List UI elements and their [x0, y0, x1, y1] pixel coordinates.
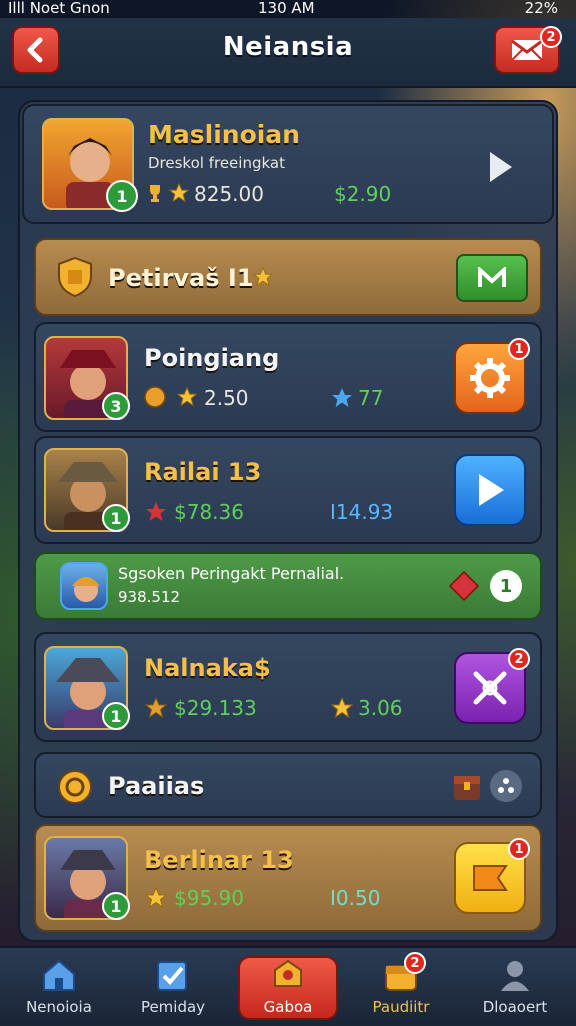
- nav-label: Dloaoert: [482, 998, 548, 1016]
- mail-badge: 2: [540, 26, 562, 48]
- coin-icon: [144, 386, 166, 408]
- play-icon: [479, 474, 504, 506]
- player-money: $2.90: [334, 182, 392, 206]
- reward-button[interactable]: 1: [454, 838, 530, 914]
- action-badge: 1: [508, 838, 530, 860]
- action-badge: 2: [508, 648, 530, 670]
- player-money: $29.133: [174, 696, 257, 720]
- player-name: Berlinar 13: [144, 846, 294, 874]
- page-title: Neiansia: [222, 32, 354, 62]
- avatar: [60, 562, 108, 610]
- section-label: Paaiias: [108, 772, 205, 800]
- crossed-swords-icon: [473, 671, 507, 705]
- star-icon: [252, 266, 274, 287]
- mail-icon: [511, 39, 543, 61]
- nav-label: Gaboa: [263, 998, 313, 1016]
- treasure-icon: [454, 776, 480, 800]
- action-badge: 1: [508, 338, 530, 360]
- notice-text: Sgsoken Peringakt Pernalial.: [118, 564, 345, 583]
- ticket-icon: [473, 865, 508, 891]
- top-header: Neiansia 2: [0, 18, 576, 88]
- rank-banner: Petirvaš I1: [34, 238, 542, 316]
- shop-icon: [274, 959, 302, 987]
- battery-percent: 22%: [524, 0, 558, 17]
- star-count: 825.00: [194, 182, 264, 206]
- player-name: Maslinoian: [148, 120, 300, 149]
- nav-item-quests[interactable]: Pemiday: [118, 948, 228, 1026]
- star-icon: [330, 696, 354, 719]
- home-icon: [43, 959, 75, 991]
- gem-icon: [448, 570, 480, 602]
- more-icon: [498, 778, 514, 793]
- notice-count: 1: [490, 570, 522, 602]
- play-button[interactable]: [454, 454, 526, 526]
- trophy-icon: [150, 185, 160, 202]
- settings-button[interactable]: 1: [454, 338, 530, 414]
- player-name: Poingiang: [144, 344, 280, 372]
- rank-label: Petirvaš I1: [108, 264, 254, 292]
- level-badge: 3: [102, 392, 130, 420]
- section-header: Paaiias: [34, 752, 542, 818]
- star-icon: [144, 886, 168, 909]
- player-row[interactable]: 1 Railai 13 $78.36 I14.93: [34, 436, 542, 544]
- player-subtitle: Dreskol freeingkat: [148, 154, 285, 172]
- notice-sub: 938.512: [118, 588, 181, 606]
- level-badge: 1: [106, 180, 138, 212]
- chevron-right-icon[interactable]: [486, 150, 514, 184]
- nav-label: Paudiitr: [372, 998, 430, 1016]
- star-icon: [176, 386, 198, 407]
- nav-badge: 2: [404, 952, 426, 974]
- side-value: 77: [358, 386, 384, 410]
- level-badge: 1: [102, 892, 130, 920]
- gear-icon: [470, 358, 510, 398]
- claim-button[interactable]: [456, 254, 528, 302]
- mail-button[interactable]: 2: [494, 26, 562, 74]
- nav-label: Pemiday: [140, 998, 206, 1016]
- check-icon: [478, 267, 506, 287]
- star-count: 2.50: [204, 386, 249, 410]
- side-value: I0.50: [330, 886, 381, 910]
- carrier-label: Illl Noet Gnon: [8, 0, 110, 17]
- side-value: I14.93: [330, 500, 394, 524]
- nav-item-profile[interactable]: Dloaoert: [460, 948, 570, 1026]
- clock: 130 AM: [258, 0, 315, 17]
- top-player-card[interactable]: 1 Maslinoian Dreskol freeingkat 825.00 $…: [22, 104, 554, 224]
- medal-icon: [58, 770, 92, 804]
- level-badge: 1: [102, 702, 130, 730]
- bottom-nav: Nenoioia Pemiday Gaboa 2 Paudiitr Dloaoe…: [0, 946, 576, 1026]
- nav-label: Nenoioia: [26, 998, 92, 1016]
- player-name: Nalnaka$: [144, 654, 271, 682]
- star-icon: [168, 182, 190, 203]
- profile-icon: [501, 961, 529, 991]
- red-star-icon: [146, 502, 166, 521]
- player-row[interactable]: 1 Nalnaka$ $29.133 3.06 2: [34, 632, 542, 742]
- player-row[interactable]: 3 Poingiang 2.50 77 1: [34, 322, 542, 432]
- rank-shield-icon: [58, 256, 92, 298]
- status-bar: Illl Noet Gnon 130 AM 22%: [0, 0, 576, 18]
- blue-star-icon: [332, 388, 352, 407]
- player-money: $78.36: [174, 500, 244, 524]
- player-money: $95.90: [174, 886, 244, 910]
- player-name: Railai 13: [144, 458, 262, 486]
- side-value: 3.06: [358, 696, 403, 720]
- level-badge: 1: [102, 504, 130, 532]
- star-icon: [144, 696, 168, 719]
- nav-item-rewards[interactable]: 2 Paudiitr: [346, 948, 456, 1026]
- nav-item-shop[interactable]: Gaboa: [233, 948, 343, 1026]
- battle-button[interactable]: 2: [454, 648, 530, 724]
- player-row[interactable]: 1 Berlinar 13 $95.90 I0.50 1: [34, 824, 542, 932]
- notice-banner[interactable]: Sgsoken Peringakt Pernalial. 938.512 1: [34, 552, 542, 620]
- options-button[interactable]: [490, 770, 522, 802]
- nav-item-home[interactable]: Nenoioia: [4, 948, 114, 1026]
- quest-icon: [157, 961, 187, 991]
